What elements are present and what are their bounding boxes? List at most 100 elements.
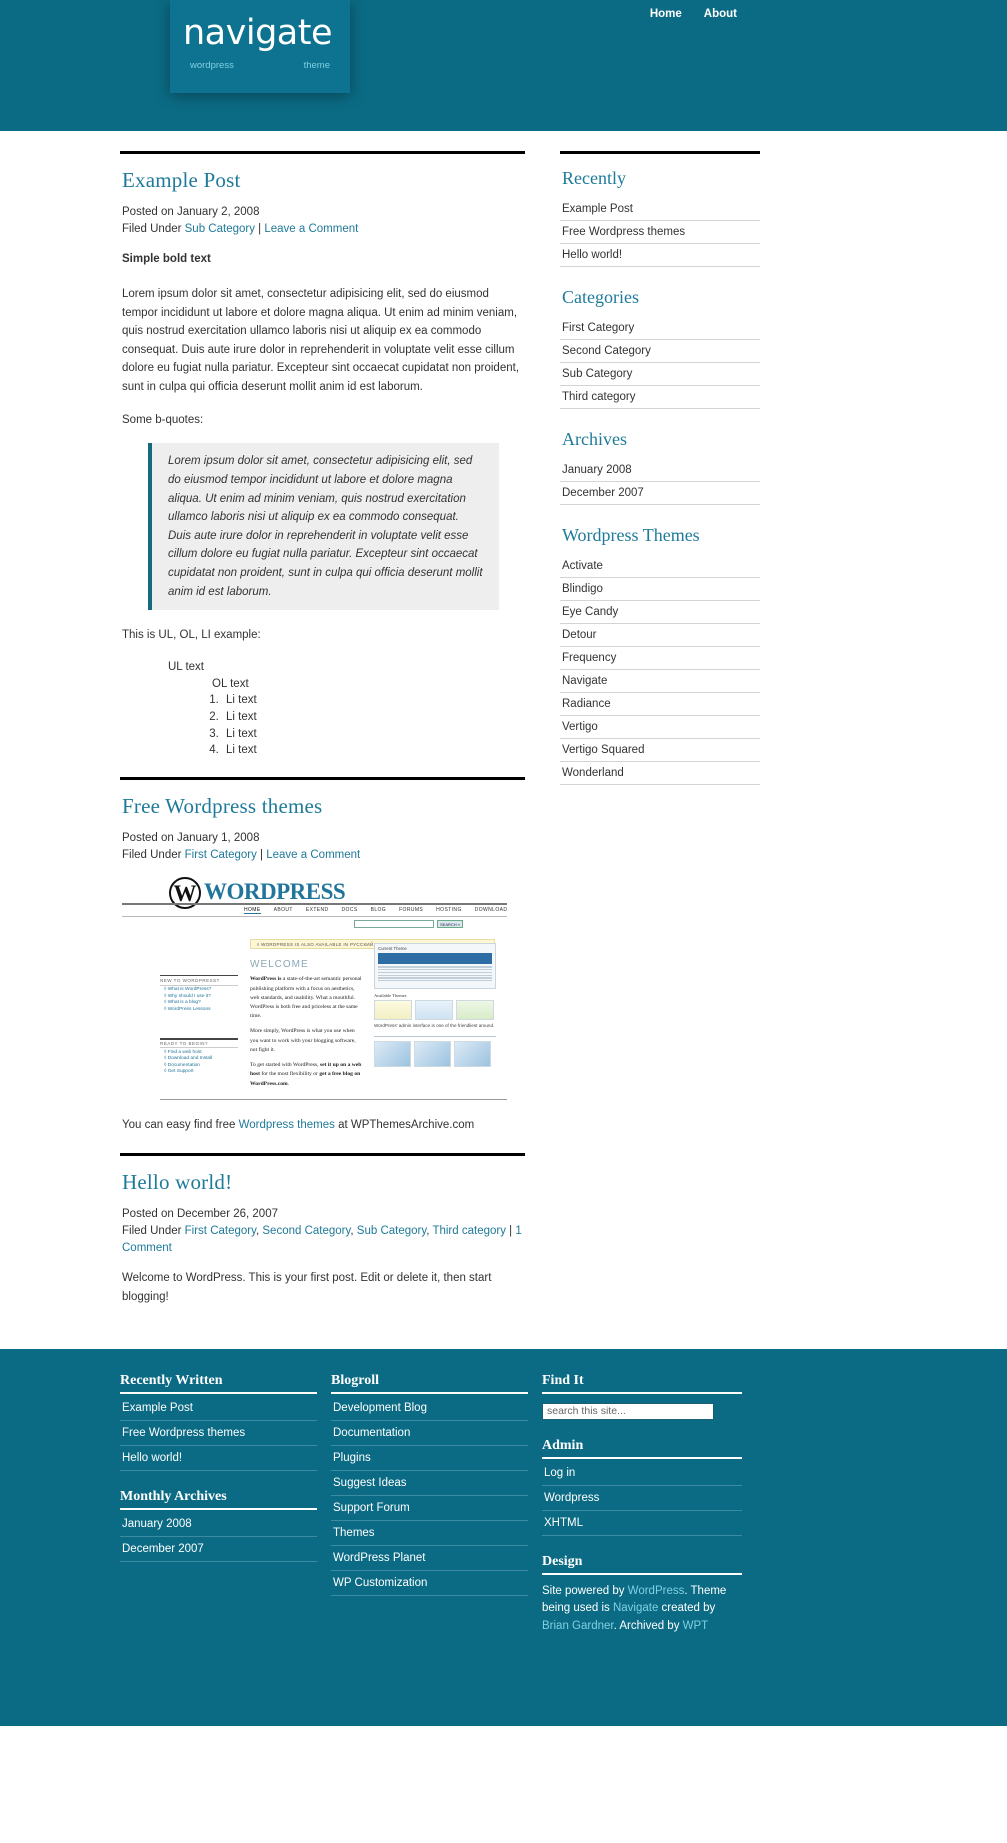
credit-wordpress-link[interactable]: WordPress — [628, 1585, 685, 1597]
list-item[interactable]: XHTML — [542, 1511, 742, 1536]
list-item[interactable]: Free Wordpress themes — [120, 1421, 317, 1446]
post-divider — [120, 151, 525, 154]
list-item[interactable]: Themes — [331, 1521, 528, 1546]
widget-link[interactable]: Navigate — [562, 675, 607, 687]
widget-link[interactable]: Vertigo Squared — [562, 744, 644, 756]
caption-link[interactable]: Wordpress themes — [239, 1119, 335, 1131]
list-item[interactable]: Frequency — [560, 647, 760, 670]
credit-mid-3: . Archived by — [613, 1620, 683, 1633]
wp-nav-extend: EXTEND — [305, 907, 329, 914]
widget-link[interactable]: Blindigo — [562, 583, 603, 595]
widget-link[interactable]: Hello world! — [562, 249, 622, 261]
list-item[interactable]: Support Forum — [331, 1496, 528, 1521]
footer-link[interactable]: Wordpress — [544, 1492, 599, 1504]
footer-link[interactable]: Plugins — [333, 1452, 371, 1464]
post-title[interactable]: Hello world! — [122, 1170, 525, 1195]
list-item[interactable]: Hello world! — [560, 244, 760, 267]
list-item[interactable]: Blindigo — [560, 578, 760, 601]
list-item[interactable]: Wordpress — [542, 1486, 742, 1511]
list-item[interactable]: Vertigo Squared — [560, 739, 760, 762]
post-category-link[interactable]: Sub Category — [357, 1225, 426, 1237]
list-item[interactable]: Eye Candy — [560, 601, 760, 624]
credit-theme-link[interactable]: Navigate — [613, 1602, 658, 1614]
footer-link[interactable]: Suggest Ideas — [333, 1477, 407, 1489]
list-item[interactable]: Wonderland — [560, 762, 760, 785]
widget-link[interactable]: December 2007 — [562, 487, 644, 499]
footer-link[interactable]: WP Customization — [333, 1577, 427, 1589]
widget-link[interactable]: Eye Candy — [562, 606, 618, 618]
footer-link[interactable]: WordPress Planet — [333, 1552, 425, 1564]
list-item[interactable]: Radiance — [560, 693, 760, 716]
list-item[interactable]: Example Post — [120, 1396, 317, 1421]
widget-link[interactable]: Radiance — [562, 698, 611, 710]
list-item[interactable]: December 2007 — [560, 482, 760, 505]
list-item[interactable]: Documentation — [331, 1421, 528, 1446]
list-item[interactable]: December 2007 — [120, 1537, 317, 1562]
post-category-link[interactable]: First Category — [185, 849, 257, 861]
widget-link[interactable]: Wonderland — [562, 767, 624, 779]
list-item[interactable]: Activate — [560, 555, 760, 578]
widget-title: Recently — [562, 168, 626, 188]
list-item[interactable]: Example Post — [560, 198, 760, 221]
wp-theme-cards — [374, 1000, 496, 1021]
footer-link[interactable]: Example Post — [122, 1402, 193, 1414]
footer-link[interactable]: XHTML — [544, 1517, 583, 1529]
widget-link[interactable]: January 2008 — [562, 464, 632, 476]
widget-link[interactable]: Second Category — [562, 345, 651, 357]
list-item[interactable]: Development Blog — [331, 1396, 528, 1421]
credit-mid-2: created by — [658, 1602, 716, 1615]
credit-author-link[interactable]: Brian Gardner — [542, 1620, 614, 1632]
widget-archives: Archives January 2008 December 2007 — [560, 429, 760, 505]
footer-link[interactable]: Development Blog — [333, 1402, 427, 1414]
widget-link[interactable]: Sub Category — [562, 368, 632, 380]
list-item[interactable]: January 2008 — [120, 1512, 317, 1537]
list-item[interactable]: Free Wordpress themes — [560, 221, 760, 244]
widget-link[interactable]: Vertigo — [562, 721, 598, 733]
footer-link[interactable]: Log in — [544, 1467, 575, 1479]
footer-title: Monthly Archives — [120, 1489, 317, 1510]
footer-link[interactable]: January 2008 — [122, 1518, 192, 1530]
list-item[interactable]: Vertigo — [560, 716, 760, 739]
footer-link[interactable]: Free Wordpress themes — [122, 1427, 245, 1439]
list-item[interactable]: First Category — [560, 317, 760, 340]
footer-link[interactable]: Documentation — [333, 1427, 410, 1439]
list-item[interactable]: Navigate — [560, 670, 760, 693]
list-item[interactable]: WP Customization — [331, 1571, 528, 1596]
nav-item-home[interactable]: Home — [650, 8, 682, 20]
list-item[interactable]: Third category — [560, 386, 760, 409]
post-title[interactable]: Free Wordpress themes — [122, 794, 525, 819]
footer-link[interactable]: Hello world! — [122, 1452, 182, 1464]
post-category-link[interactable]: Third category — [432, 1225, 506, 1237]
post-title[interactable]: Example Post — [122, 168, 525, 193]
wordpress-screenshot-image[interactable]: W WORDPRESS HOME ABOUT EXTEND DOCS BLOG … — [122, 877, 507, 1108]
widget-link[interactable]: Detour — [562, 629, 597, 641]
post-comment-link[interactable]: Leave a Comment — [264, 223, 358, 235]
list-item[interactable]: Log in — [542, 1461, 742, 1486]
post-comment-link[interactable]: Leave a Comment — [266, 849, 360, 861]
widget-link[interactable]: Example Post — [562, 203, 633, 215]
footer-link[interactable]: Themes — [333, 1527, 375, 1539]
post-category-link[interactable]: Sub Category — [185, 223, 255, 235]
widget-link[interactable]: Activate — [562, 560, 603, 572]
site-logo[interactable]: navigate wordpress theme — [170, 0, 350, 93]
list-item[interactable]: Suggest Ideas — [331, 1471, 528, 1496]
list-item[interactable]: Hello world! — [120, 1446, 317, 1471]
list-item[interactable]: Sub Category — [560, 363, 760, 386]
widget-link[interactable]: First Category — [562, 322, 634, 334]
credit-archiver-link[interactable]: WPT — [683, 1620, 709, 1632]
list-item[interactable]: WordPress Planet — [331, 1546, 528, 1571]
list-item[interactable]: January 2008 — [560, 459, 760, 482]
widget-link[interactable]: Free Wordpress themes — [562, 226, 685, 238]
footer-link[interactable]: Support Forum — [333, 1502, 410, 1514]
list-item[interactable]: Detour — [560, 624, 760, 647]
footer-link[interactable]: December 2007 — [122, 1543, 204, 1555]
wp-paragraph-2: More simply, WordPress is what you use w… — [250, 1028, 356, 1053]
post-category-link[interactable]: Second Category — [262, 1225, 350, 1237]
list-item[interactable]: Plugins — [331, 1446, 528, 1471]
widget-link[interactable]: Third category — [562, 391, 636, 403]
list-item[interactable]: Second Category — [560, 340, 760, 363]
search-input[interactable] — [542, 1402, 714, 1420]
nav-item-about[interactable]: About — [704, 8, 737, 20]
post-category-link[interactable]: First Category — [185, 1225, 256, 1237]
widget-link[interactable]: Frequency — [562, 652, 616, 664]
